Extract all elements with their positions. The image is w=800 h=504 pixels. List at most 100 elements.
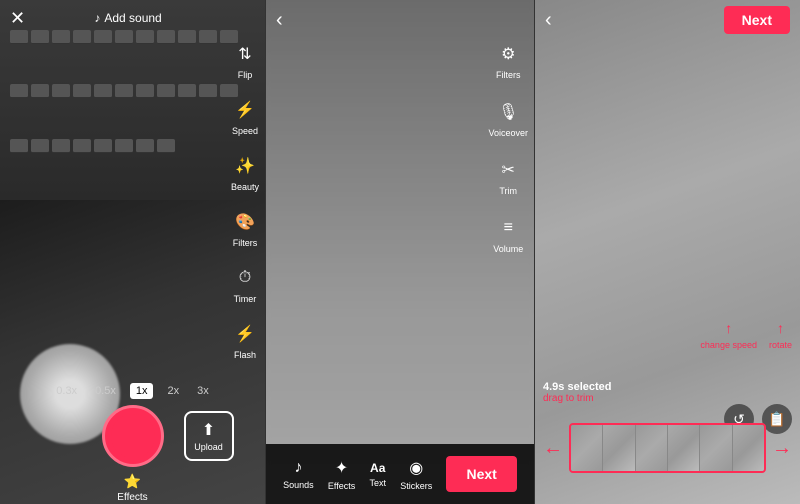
text-label: Text [369, 478, 386, 488]
change-speed-label: ↑ change speed [700, 320, 757, 350]
selected-info: 4.9s selected drag to trim [543, 381, 612, 404]
key [178, 84, 196, 98]
rotate-label: ↑ rotate [769, 320, 792, 350]
key [73, 139, 91, 153]
upload-button[interactable]: ⬆ Upload [184, 411, 234, 461]
edit-filters-button[interactable]: ⚙ Filters [494, 40, 522, 80]
bottom-tabs: ⭐ Effects [117, 473, 147, 503]
timeline-strip[interactable] [569, 423, 766, 473]
speed-button[interactable]: ⚡ Speed [231, 96, 259, 136]
rotate-arrow: ↑ [777, 320, 784, 336]
speed-2x[interactable]: 2x [163, 383, 183, 399]
key [31, 84, 49, 98]
key [136, 139, 154, 153]
timer-icon: ⏱ [231, 264, 259, 292]
trim-back-button[interactable]: ‹ [545, 9, 552, 32]
close-button[interactable]: ✕ [10, 8, 25, 29]
change-speed-text: change speed [700, 340, 757, 350]
voiceover-icon: 🎙 [494, 98, 522, 126]
speed-selector: 0.3x 0.5x 1x 2x 3x [0, 383, 265, 399]
back-button[interactable]: ‹ [276, 9, 283, 32]
frame-5 [700, 425, 731, 471]
effects-tab[interactable]: ⭐ Effects [117, 473, 147, 503]
beauty-icon: ✨ [231, 152, 259, 180]
timeline-arrow-left[interactable]: ← [543, 437, 563, 460]
voiceover-label: Voiceover [488, 128, 528, 138]
camera-top-bar: ✕ ♪ Add sound [0, 0, 265, 36]
speed-1x[interactable]: 1x [130, 383, 154, 399]
speed-3x[interactable]: 3x [193, 383, 213, 399]
filters-button[interactable]: 🎨 Filters [231, 208, 259, 248]
trim-button[interactable]: ✂ Trim [494, 156, 522, 196]
key [94, 139, 112, 153]
timer-button[interactable]: ⏱ Timer [231, 264, 259, 304]
effects-icon: ⭐ [124, 473, 141, 490]
sounds-tool[interactable]: ♪ Sounds [283, 459, 314, 490]
flip-label: Flip [238, 70, 253, 80]
edit-panel: ‹ ⚙ Filters 🎙 Voiceover ✂ Trim ≡ Volume … [265, 0, 535, 504]
effects-tool[interactable]: ✦ Effects [328, 458, 355, 491]
speed-0.3x[interactable]: 0.3x [52, 383, 81, 399]
key [157, 139, 175, 153]
filters-icon: 🎨 [231, 208, 259, 236]
timer-label: Timer [234, 294, 257, 304]
stickers-tool[interactable]: ◉ Stickers [400, 458, 432, 491]
stickers-icon: ◉ [409, 458, 423, 478]
frame-1 [571, 425, 602, 471]
effects-edit-icon: ✦ [335, 458, 348, 478]
speed-icon: ⚡ [231, 96, 259, 124]
key [136, 84, 154, 98]
sounds-icon: ♪ [294, 459, 302, 477]
upload-label: Upload [194, 442, 223, 452]
key [157, 84, 175, 98]
text-icon: Aa [370, 461, 385, 475]
volume-button[interactable]: ≡ Volume [493, 214, 523, 254]
voiceover-button[interactable]: 🎙 Voiceover [488, 98, 528, 138]
filters-label: Filters [233, 238, 258, 248]
text-tool[interactable]: Aa Text [369, 461, 386, 488]
flash-button[interactable]: ⚡ Flash [231, 320, 259, 360]
trim-top-bar: ‹ Next [535, 0, 800, 40]
edit-filters-label: Filters [496, 70, 521, 80]
add-sound-button[interactable]: ♪ Add sound [94, 11, 161, 25]
speed-rotate-labels: ↑ change speed ↑ rotate [700, 320, 800, 350]
speed-0.5x[interactable]: 0.5x [91, 383, 120, 399]
record-row: ⬆ Upload [0, 405, 265, 467]
key [94, 84, 112, 98]
drag-text: drag to trim [543, 393, 612, 404]
beauty-button[interactable]: ✨ Beauty [231, 152, 259, 192]
key [31, 139, 49, 153]
flip-button[interactable]: ⇅ Flip [231, 40, 259, 80]
frame-3 [636, 425, 667, 471]
selected-text: 4.9s selected [543, 381, 612, 393]
volume-icon: ≡ [494, 214, 522, 242]
record-button[interactable] [102, 405, 164, 467]
camera-panel: ✕ ♪ Add sound ⇅ Flip ⚡ Speed ✨ Beauty 🎨 … [0, 0, 265, 504]
effects-label: Effects [117, 492, 147, 503]
edit-top-bar: ‹ [266, 0, 534, 40]
key [10, 84, 28, 98]
speed-label: Speed [232, 126, 258, 136]
camera-bottom: ⬆ Upload ⭐ Effects [0, 404, 265, 504]
rotate-text: rotate [769, 340, 792, 350]
key [199, 84, 217, 98]
key [115, 139, 133, 153]
timeline-arrow-right[interactable]: → [772, 437, 792, 460]
beauty-label: Beauty [231, 182, 259, 192]
flash-label: Flash [234, 350, 256, 360]
edit-bottom-toolbar: ♪ Sounds ✦ Effects Aa Text ◉ Stickers Ne… [266, 444, 534, 504]
key [115, 84, 133, 98]
timeline-area: ← → [535, 412, 800, 484]
edit-filters-icon: ⚙ [494, 40, 522, 68]
volume-label: Volume [493, 244, 523, 254]
key [52, 139, 70, 153]
next-button-trim[interactable]: Next [724, 6, 790, 34]
trim-panel: ‹ Next ↑ change speed ↑ rotate 4.9s sele… [535, 0, 800, 504]
trim-icon: ✂ [494, 156, 522, 184]
key [10, 139, 28, 153]
record-button-inner [111, 414, 155, 458]
stickers-label: Stickers [400, 481, 432, 491]
upload-icon: ⬆ [202, 420, 215, 440]
edit-right-tools: ⚙ Filters 🎙 Voiceover ✂ Trim ≡ Volume [488, 40, 528, 254]
next-button-edit[interactable]: Next [446, 456, 516, 492]
